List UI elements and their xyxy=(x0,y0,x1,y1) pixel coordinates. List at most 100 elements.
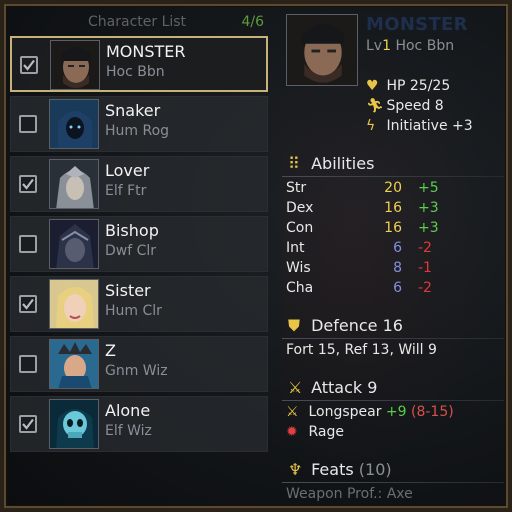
fort-label: Fort xyxy=(286,342,314,358)
ability-row-dex: Dex 16 +3 xyxy=(286,200,446,220)
level-value: 1 xyxy=(382,38,392,54)
portrait-z xyxy=(49,339,99,389)
ability-modifier: +3 xyxy=(418,200,439,216)
ability-score: 6 xyxy=(393,240,402,256)
ability-name: Cha xyxy=(286,280,314,296)
will-label: Will xyxy=(398,342,424,358)
feats-header[interactable]: ♆ Feats (10) xyxy=(288,460,392,479)
character-checkbox[interactable] xyxy=(20,56,38,74)
character-row-monster[interactable]: MONSTER Hoc Bbn xyxy=(10,36,268,92)
rage-line[interactable]: ✹ Rage xyxy=(286,424,344,440)
rage-label: Rage xyxy=(308,424,344,440)
ability-row-wis: Wis 8 -1 xyxy=(286,260,446,280)
divider xyxy=(282,482,504,483)
portrait-snaker xyxy=(49,99,99,149)
sword-icon: ⚔ xyxy=(286,404,299,420)
ability-modifier: -2 xyxy=(418,280,432,296)
character-checkbox[interactable] xyxy=(19,415,37,433)
checkmark-icon xyxy=(22,178,34,190)
feats-count: (10) xyxy=(358,460,392,479)
ability-row-int: Int 6 -2 xyxy=(286,240,446,260)
portrait-alone xyxy=(49,399,99,449)
character-race-class: Hum Clr xyxy=(105,303,162,319)
speed-value: 8 xyxy=(434,98,444,114)
character-row-lover[interactable]: Lover Elf Ftr xyxy=(10,156,268,212)
attack-title: Attack xyxy=(311,378,363,397)
character-race-class: Gnm Wiz xyxy=(105,363,168,379)
will-value: 9 xyxy=(428,342,437,358)
character-checkbox[interactable] xyxy=(19,295,37,313)
hp-label: HP xyxy=(386,78,406,94)
character-race-class: Dwf Clr xyxy=(105,243,157,259)
ability-score: 8 xyxy=(393,260,402,276)
checkmark-icon xyxy=(22,298,34,310)
abilities-title: Abilities xyxy=(311,154,375,173)
selected-character-name: MONSTER xyxy=(366,14,468,35)
feat-item: Weapon Prof.: Axe xyxy=(286,486,413,502)
ability-name: Con xyxy=(286,220,314,236)
weapon-damage: (8-15) xyxy=(411,404,454,420)
party-count: 4/6 xyxy=(241,14,264,30)
character-name: Sister xyxy=(105,281,151,300)
ability-name: Wis xyxy=(286,260,311,276)
character-checkbox[interactable] xyxy=(19,175,37,193)
portrait-monster xyxy=(50,40,100,90)
defence-title: Defence xyxy=(311,316,378,335)
weapon-line[interactable]: ⚔ Longspear +9 (8-15) xyxy=(286,404,454,420)
speed-stat: 🏃︎ Speed 8 xyxy=(366,98,444,114)
defence-value: 16 xyxy=(382,316,403,335)
ability-row-str: Str 20 +5 xyxy=(286,180,446,200)
character-row-sister[interactable]: Sister Hum Clr xyxy=(10,276,268,332)
running-man-icon: 🏃︎ xyxy=(366,98,384,114)
saving-throws: Fort 15, Ref 13, Will 9 xyxy=(286,342,437,358)
grid-icon: ⠿ xyxy=(288,154,300,173)
character-name: Lover xyxy=(105,161,150,180)
divider xyxy=(282,176,504,177)
character-checkbox[interactable] xyxy=(19,115,37,133)
portrait-sister xyxy=(49,279,99,329)
character-row-bishop[interactable]: Bishop Dwf Clr xyxy=(10,216,268,272)
selected-character-portrait xyxy=(286,14,358,86)
character-row-snaker[interactable]: Snaker Hum Rog xyxy=(10,96,268,152)
portrait-bishop xyxy=(49,219,99,269)
character-list-panel: Character List 4/6 MONSTER Hoc Bbn Snake… xyxy=(8,8,270,504)
ability-name: Dex xyxy=(286,200,314,216)
divider xyxy=(282,400,504,401)
ability-modifier: -2 xyxy=(418,240,432,256)
checkmark-icon xyxy=(23,59,35,71)
ability-score: 20 xyxy=(384,180,402,196)
character-row-alone[interactable]: Alone Elf Wiz xyxy=(10,396,268,452)
ability-name: Int xyxy=(286,240,305,256)
hp-value: 25/25 xyxy=(409,78,451,94)
checkmark-icon xyxy=(22,418,34,430)
defence-header[interactable]: ⛊ Defence 16 xyxy=(288,316,403,336)
character-race-class: Hum Rog xyxy=(105,123,170,139)
speed-label: Speed xyxy=(386,98,431,114)
character-list-header: Character List 4/6 xyxy=(8,8,270,36)
character-checkbox[interactable] xyxy=(19,235,37,253)
ability-row-con: Con 16 +3 xyxy=(286,220,446,240)
character-list-title: Character List xyxy=(88,14,187,30)
initiative-value: +3 xyxy=(452,118,473,134)
feats-title: Feats xyxy=(311,460,354,479)
character-detail-panel: MONSTER Lv1 Hoc Bbn ♥ HP 25/25 🏃︎ Speed … xyxy=(282,8,504,504)
initiative-label: Initiative xyxy=(386,118,448,134)
ability-score: 6 xyxy=(393,280,402,296)
attack-header[interactable]: ⚔ Attack 9 xyxy=(288,378,377,397)
ability-modifier: -1 xyxy=(418,260,432,276)
character-race-class: Hoc Bbn xyxy=(106,64,165,80)
shield-icon: ⛊ xyxy=(288,316,301,335)
character-name: Bishop xyxy=(105,221,159,240)
character-checkbox[interactable] xyxy=(19,355,37,373)
ability-score: 16 xyxy=(384,200,402,216)
initiative-stat: ϟ Initiative +3 xyxy=(366,118,473,134)
weapon-bonus: +9 xyxy=(385,404,407,420)
abilities-header[interactable]: ⠿ Abilities xyxy=(288,154,374,173)
character-race-class: Elf Ftr xyxy=(105,183,147,199)
trophy-icon: ♆ xyxy=(288,460,303,479)
attack-value: 9 xyxy=(367,378,378,397)
character-name: Alone xyxy=(105,401,151,420)
character-row-z[interactable]: Z Gnm Wiz xyxy=(10,336,268,392)
rage-icon: ✹ xyxy=(286,424,298,440)
ability-modifier: +3 xyxy=(418,220,439,236)
